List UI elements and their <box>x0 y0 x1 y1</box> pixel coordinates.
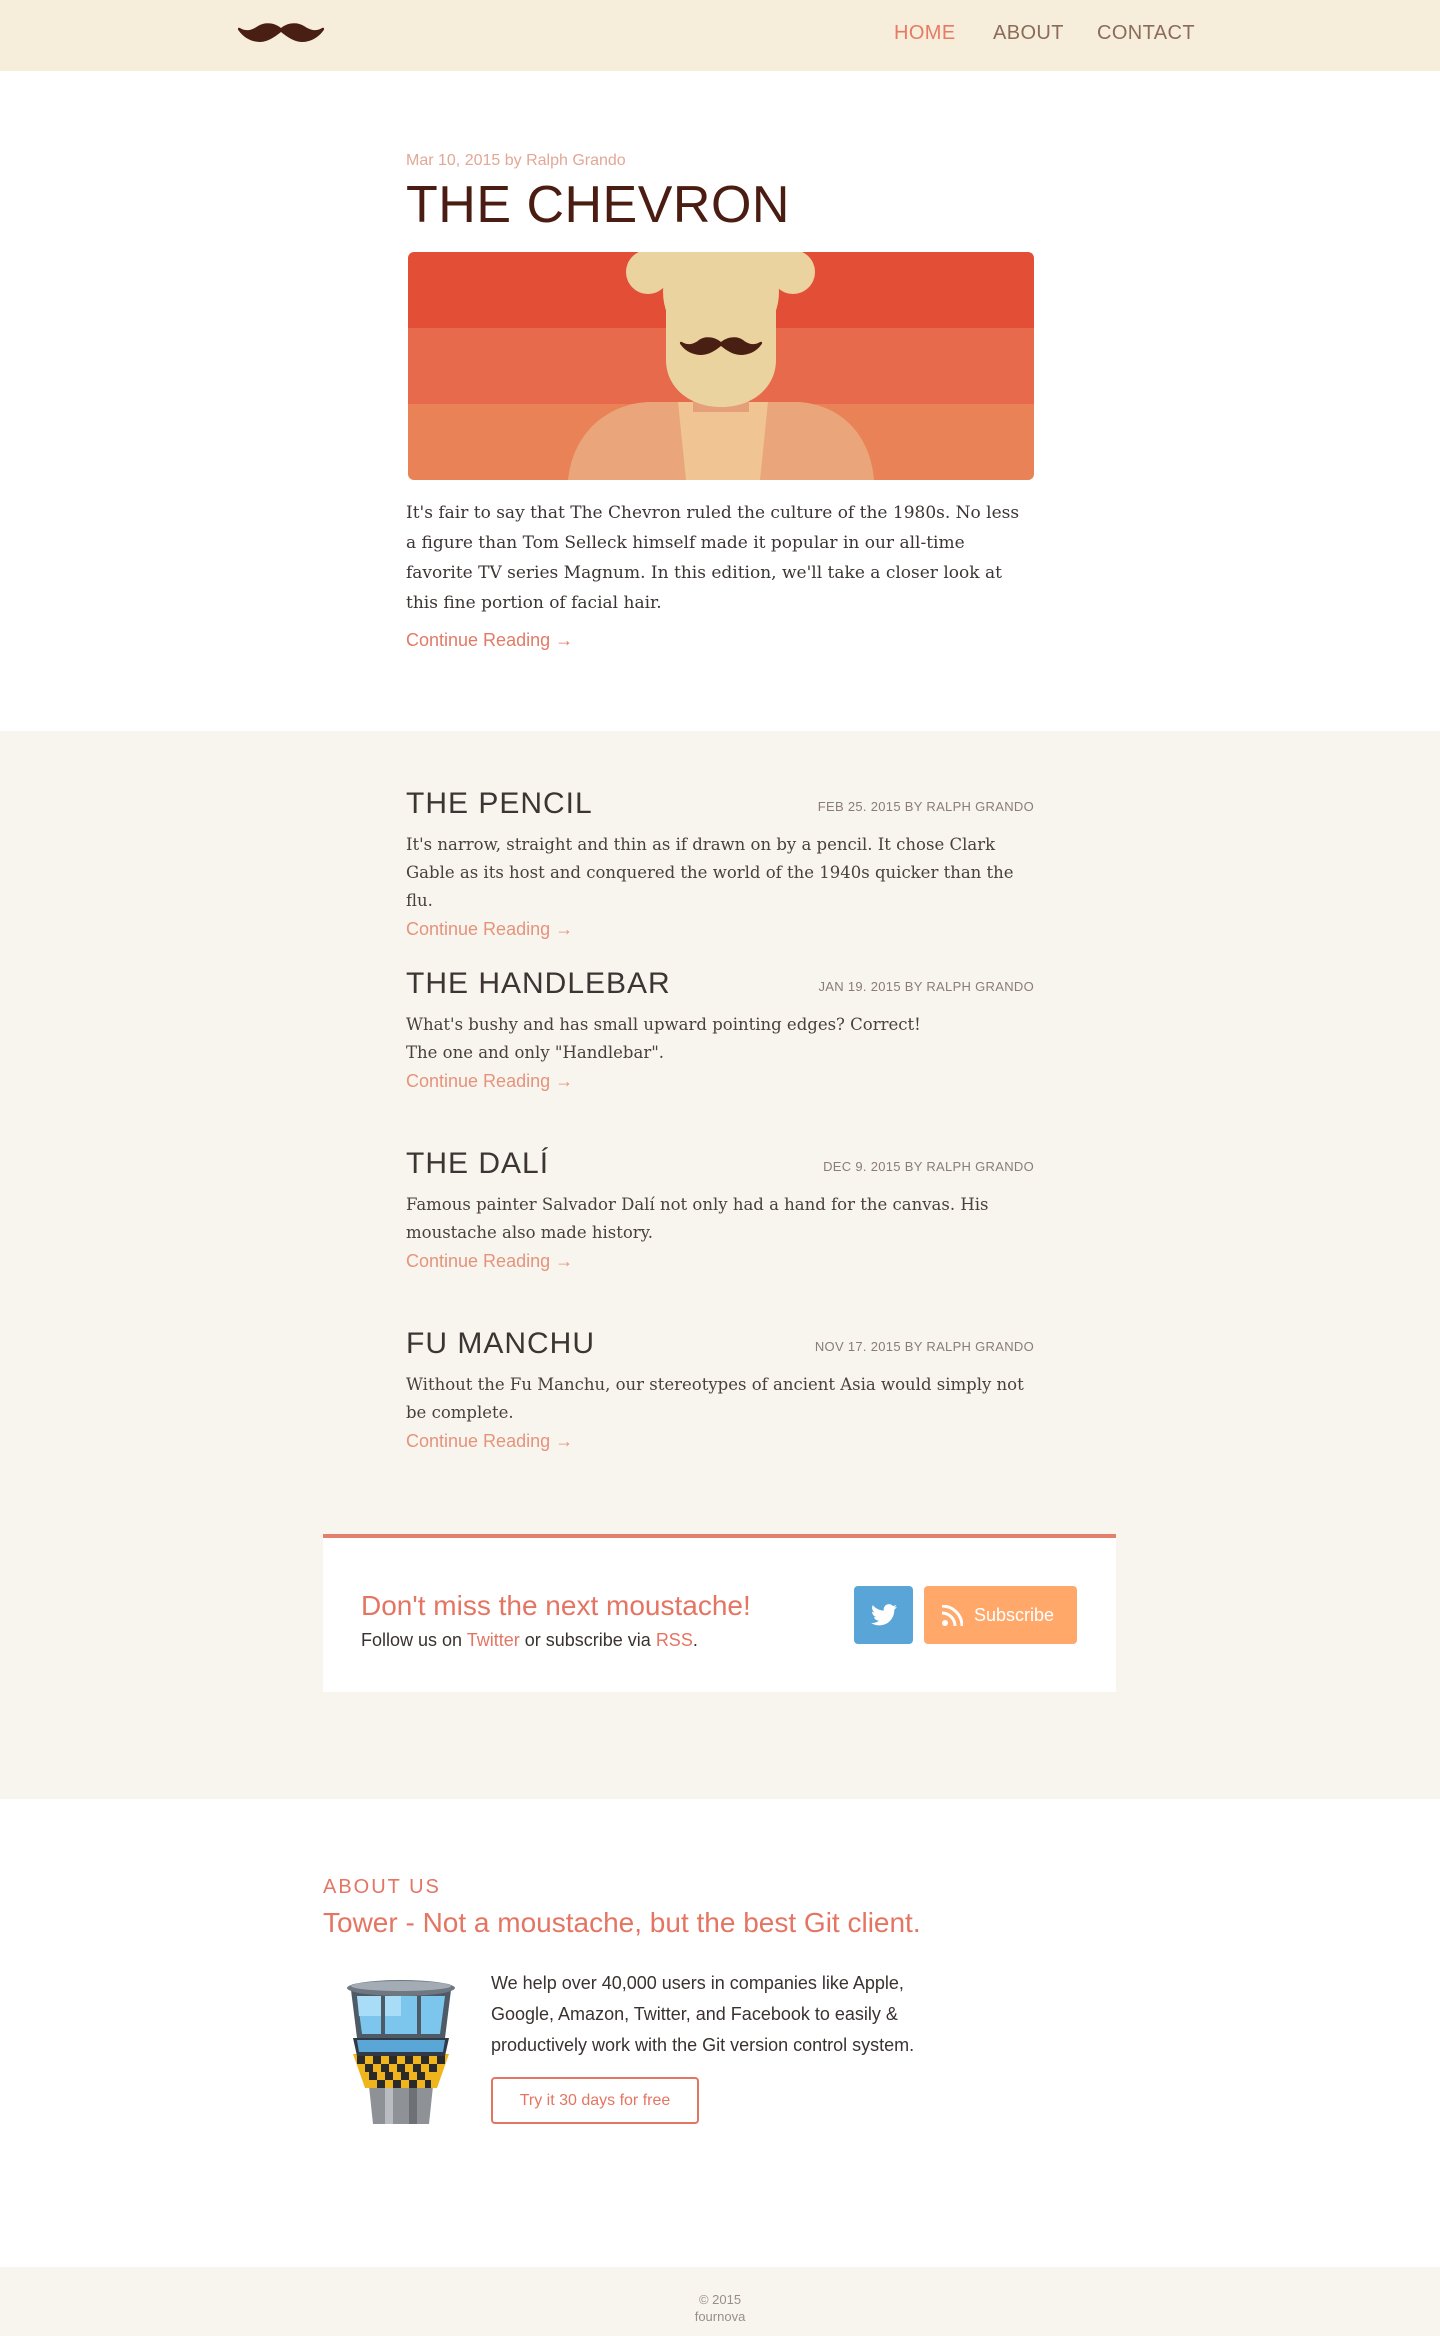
footer-name: fournova <box>694 2309 746 2324</box>
tower-app-icon <box>347 1980 455 2124</box>
site-header: HOME ABOUT CONTACT <box>0 0 1440 71</box>
featured-continue-link[interactable]: Continue Reading → <box>406 630 573 651</box>
twitter-button[interactable] <box>854 1586 913 1644</box>
twitter-bird-icon <box>871 1604 897 1626</box>
newsletter-text: Follow us on Twitter or subscribe via RS… <box>361 1630 698 1651</box>
post-meta: JAN 19. 2015 BY RALPH GRANDO <box>818 979 1034 994</box>
footer-copyright: © 2015 <box>698 2292 742 2307</box>
post-item: THE DALÍ DEC 9. 2015 BY RALPH GRANDO Fam… <box>406 1147 1034 1272</box>
subscribe-label: Subscribe <box>974 1605 1055 1625</box>
post-continue-link[interactable]: Continue Reading → <box>406 1251 1034 1272</box>
about-label: ABOUT US <box>323 1876 441 1898</box>
about-description: We help over 40,000 users in companies l… <box>491 1973 915 2055</box>
post-meta: FEB 25. 2015 BY RALPH GRANDO <box>817 799 1034 814</box>
post-item: THE HANDLEBAR JAN 19. 2015 BY RALPH GRAN… <box>406 967 1034 1092</box>
post-continue-link[interactable]: Continue Reading → <box>406 919 1034 940</box>
about-tagline: Tower - Not a moustache, but the best Gi… <box>323 1907 921 1938</box>
post-continue-link[interactable]: Continue Reading → <box>406 1071 1034 1092</box>
rss-icon <box>941 1605 963 1627</box>
newsletter-text-part: or subscribe via <box>519 1630 656 1650</box>
post-excerpt: It's narrow, straight and thin as if dra… <box>406 835 1014 910</box>
post-excerpt: Famous painter Salvador Dalí not only ha… <box>406 1195 989 1242</box>
post-excerpt: What's bushy and has small upward pointi… <box>406 1015 921 1062</box>
post-meta: DEC 9. 2015 BY RALPH GRANDO <box>823 1159 1034 1174</box>
post-item: FU MANCHU NOV 17. 2015 BY RALPH GRANDO W… <box>406 1327 1034 1452</box>
newsletter-text-part: . <box>692 1630 698 1650</box>
featured-excerpt: It's fair to say that The Chevron ruled … <box>406 503 1020 613</box>
nav-contact-link[interactable]: CONTACT <box>1097 22 1195 45</box>
try-free-button[interactable]: Try it 30 days for free <box>491 2077 699 2124</box>
site-footer: © 2015 fournova <box>0 2267 1440 2336</box>
post-continue-link[interactable]: Continue Reading → <box>406 1431 1034 1452</box>
chevron-hero-image[interactable] <box>408 252 1034 480</box>
moustache-logo-icon[interactable] <box>238 22 324 50</box>
twitter-link[interactable]: Twitter <box>467 1630 520 1650</box>
post-excerpt: Without the Fu Manchu, our stereotypes o… <box>406 1375 1024 1422</box>
rss-link[interactable]: RSS <box>656 1630 693 1650</box>
nav-about-link[interactable]: ABOUT <box>993 22 1064 45</box>
featured-meta: Mar 10, 2015 by Ralph Grando <box>406 152 626 169</box>
newsletter-text-part: Follow us on <box>361 1630 467 1650</box>
subscribe-button[interactable]: Subscribe <box>924 1586 1077 1644</box>
featured-title[interactable]: THE CHEVRON <box>406 176 1034 234</box>
nav-home-link[interactable]: HOME <box>894 22 956 45</box>
newsletter-title: Don't miss the next moustache! <box>361 1590 751 1621</box>
post-item: THE PENCIL FEB 25. 2015 BY RALPH GRANDO … <box>406 787 1034 940</box>
post-meta: NOV 17. 2015 BY RALPH GRANDO <box>814 1339 1034 1354</box>
about-section: ABOUT US Tower - Not a moustache, but th… <box>323 1876 1116 2124</box>
featured-post: Mar 10, 2015 by Ralph Grando THE CHEVRON… <box>406 152 1034 650</box>
newsletter-box: Don't miss the next moustache! Follow us… <box>323 1534 1116 1692</box>
